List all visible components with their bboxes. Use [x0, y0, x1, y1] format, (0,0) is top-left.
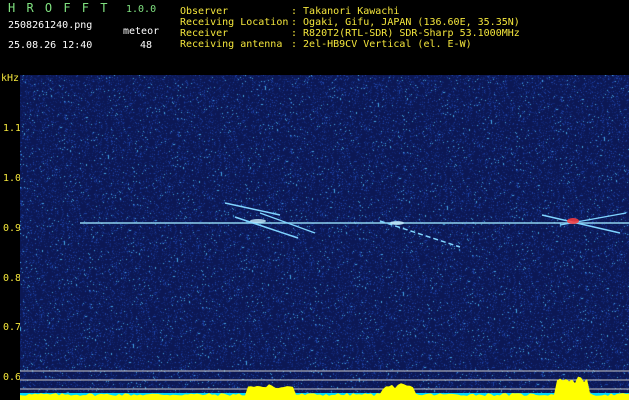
y-tick-label: 0.7 [3, 322, 22, 333]
app-title: H R O F F T [8, 1, 110, 15]
info-label-antenna: Receiving antenna [180, 39, 283, 50]
spectrogram-overlay [20, 202, 629, 400]
datetime-readout: 25.08.26 12:40 [8, 40, 93, 51]
hrofft-screen: H R O F F T 1.0.0 2508261240.png meteor … [0, 0, 629, 400]
meteor-streak [541, 214, 621, 234]
echo-spot-strong [567, 218, 579, 224]
y-tick-label: 0.9 [3, 223, 22, 234]
meteor-streak [379, 220, 461, 248]
meteor-count: 48 [140, 40, 153, 51]
echo-spot [390, 221, 404, 225]
image-filename: 2508261240.png [8, 20, 93, 31]
y-tick-label: 0.6 [3, 372, 22, 383]
meteor-streak [224, 202, 281, 216]
spectrogram [20, 75, 629, 400]
info-value-antenna: : 2el-HB9CV Vertical (el. E-W) [291, 39, 472, 50]
counter-label: meteor [123, 26, 160, 37]
app-version: 1.0.0 [126, 4, 157, 15]
echo-spot [250, 219, 266, 223]
y-axis-unit: kHz [1, 73, 20, 84]
meteor-streak [234, 216, 299, 239]
y-tick-label: 1.0 [3, 173, 22, 184]
y-tick-label: 1.1 [3, 123, 22, 134]
y-tick-label: 0.8 [3, 273, 22, 284]
